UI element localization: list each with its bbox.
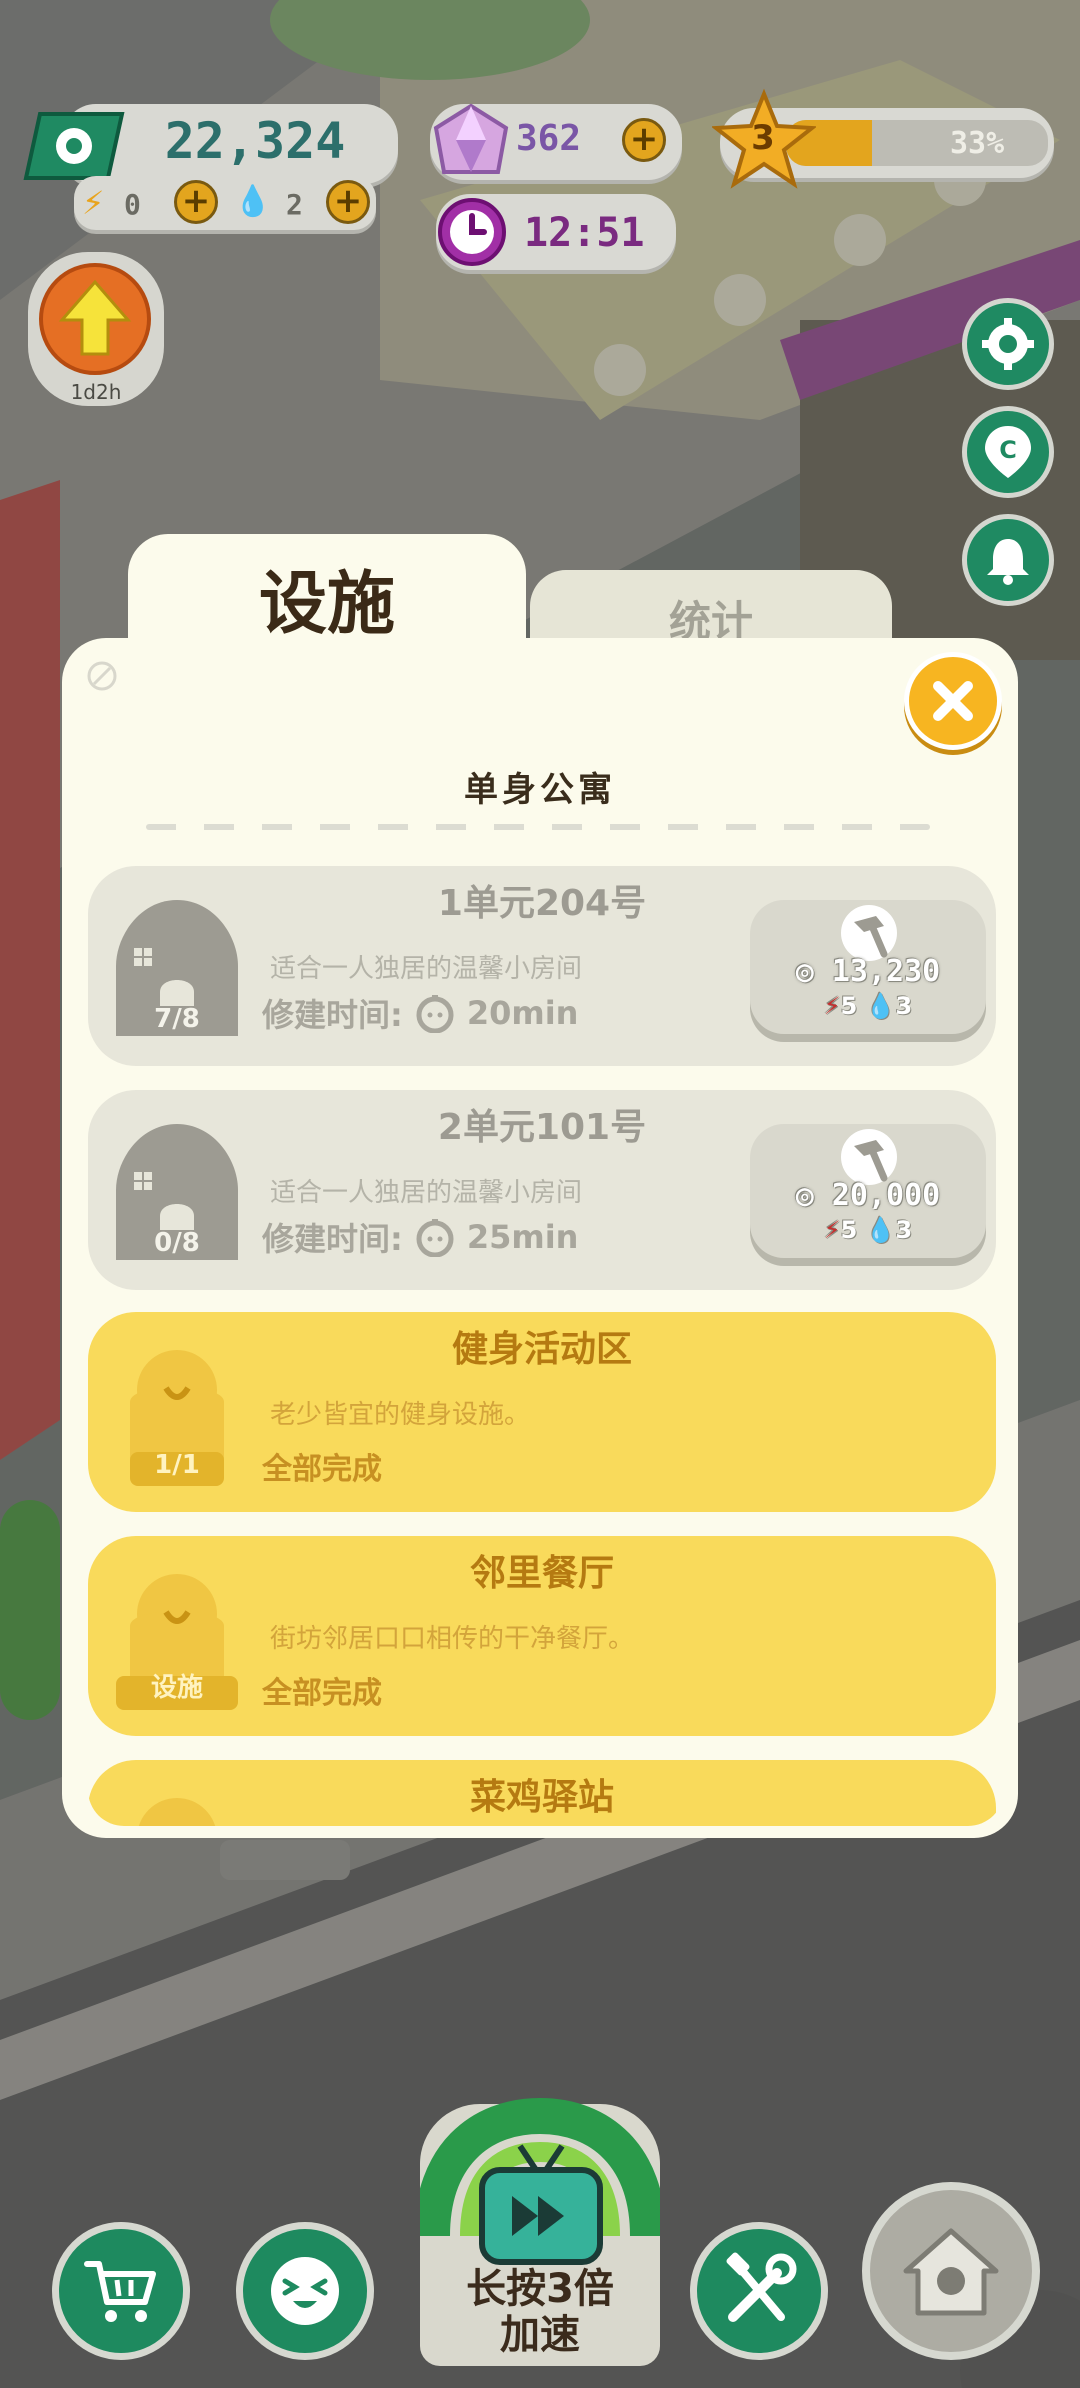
station-icon <box>138 1798 216 1826</box>
clock-time: 12:51 <box>524 210 645 256</box>
build-tools-button[interactable] <box>690 2222 828 2360</box>
facility-description: 适合一人独居的温馨小房间 <box>270 954 583 984</box>
upgrade-timer: 1d2h <box>70 380 122 404</box>
build-time-value: 20min <box>466 994 579 1032</box>
house-count-wrap: 7/8 <box>110 896 244 1040</box>
facility-list[interactable]: 1单元204号 7/8 适合一人独居的温馨小房间 修建时间: 20min ◎ 1… <box>88 858 1004 1826</box>
svg-text:C: C <box>999 436 1017 464</box>
build-requirements: ⚡5 💧3 <box>823 1216 913 1244</box>
req-water: 3 <box>895 1216 913 1244</box>
timer-icon <box>416 995 454 1033</box>
notification-button[interactable] <box>962 514 1054 606</box>
house-count-wrap: 0/8 <box>110 1120 244 1264</box>
tab-facilities[interactable]: 设施 <box>128 534 526 674</box>
energy-amount: 0 <box>124 188 141 221</box>
gem-icon <box>433 103 509 174</box>
completion-status: 全部完成 <box>262 1452 382 1487</box>
house-count-wrap: 1/1 <box>110 1342 244 1486</box>
facility-card[interactable]: 菜鸡驿站 <box>88 1760 996 1826</box>
level-number: 3 <box>751 118 775 158</box>
gem-amount: 362 <box>516 118 582 159</box>
bell-icon <box>987 539 1029 585</box>
home-button[interactable] <box>862 2182 1040 2360</box>
edit-icon <box>87 661 117 691</box>
facility-description: 老少皆宜的健身设施。 <box>270 1400 531 1430</box>
req-energy: 5 <box>840 1216 858 1244</box>
add-gems-button[interactable]: + <box>622 118 666 162</box>
map-pin-button[interactable]: C <box>962 406 1054 498</box>
social-button[interactable] <box>236 2222 374 2360</box>
clock-icon <box>438 198 506 266</box>
build-cost: ◎ 20,000 <box>795 1178 941 1213</box>
add-energy-button[interactable]: + <box>174 180 218 224</box>
build-time-label: 修建时间: <box>262 1220 403 1258</box>
house-count-wrap: 设施 <box>110 1566 244 1710</box>
req-water: 3 <box>895 992 913 1020</box>
facility-description: 街坊邻居口口相传的干净餐厅。 <box>270 1624 635 1654</box>
close-button[interactable] <box>904 652 1002 750</box>
facility-card[interactable]: 1单元204号 7/8 适合一人独居的温馨小房间 修建时间: 20min ◎ 1… <box>88 866 996 1066</box>
facility-card[interactable]: 2单元101号 0/8 适合一人独居的温馨小房间 修建时间: 25min ◎ 2… <box>88 1090 996 1290</box>
tools-icon <box>726 2252 797 2322</box>
build-time-row: 修建时间: 25min <box>262 1214 578 1260</box>
level-progress-track <box>786 120 1048 166</box>
build-requirements: ⚡5 💧3 <box>823 992 913 1020</box>
tv-fast-forward-icon <box>420 2097 660 2265</box>
facility-count: 1/1 <box>154 1450 200 1480</box>
shop-button[interactable] <box>52 2222 190 2360</box>
timer-icon <box>416 1219 454 1257</box>
cart-icon <box>84 2261 156 2322</box>
home-icon <box>903 2228 999 2316</box>
build-cost: ◎ 13,230 <box>795 954 941 989</box>
cash-amount: 22,324 <box>164 112 346 170</box>
energy-icon: ⚡ <box>82 184 105 222</box>
completion-status: 全部完成 <box>262 1676 382 1711</box>
build-button[interactable]: ◎ 20,000 ⚡5 💧3 <box>750 1124 986 1258</box>
facility-description: 适合一人独居的温馨小房间 <box>270 1178 583 1208</box>
req-energy: 5 <box>840 992 858 1020</box>
gear-icon <box>982 318 1034 370</box>
speed-up-label: 长按3倍 加速 <box>466 2266 614 2358</box>
water-icon: 💧 <box>234 184 272 219</box>
smiley-icon <box>271 2257 339 2325</box>
facility-count: 0/8 <box>154 1228 200 1258</box>
facility-count: 设施 <box>150 1673 203 1703</box>
section-title: 单身公寓 <box>464 770 616 810</box>
build-button[interactable]: ◎ 13,230 ⚡5 💧3 <box>750 900 986 1034</box>
build-time-label: 修建时间: <box>262 996 403 1034</box>
build-time-value: 25min <box>466 1218 579 1256</box>
level-progress-text: 33% <box>950 126 1005 161</box>
build-time-row: 修建时间: 20min <box>262 990 578 1036</box>
facility-card[interactable]: 健身活动区 1/1 老少皆宜的健身设施。 全部完成 <box>88 1312 996 1512</box>
section-divider <box>146 824 930 830</box>
add-water-button[interactable]: + <box>326 180 370 224</box>
settings-button[interactable] <box>962 298 1054 390</box>
pin-icon: C <box>985 426 1031 478</box>
upgrade-arrow-icon <box>39 263 151 375</box>
close-icon <box>933 681 973 721</box>
water-amount: 2 <box>286 188 303 221</box>
facility-card[interactable]: 邻里餐厅 设施 街坊邻居口口相传的干净餐厅。 全部完成 <box>88 1536 996 1736</box>
facility-count: 7/8 <box>154 1004 200 1034</box>
